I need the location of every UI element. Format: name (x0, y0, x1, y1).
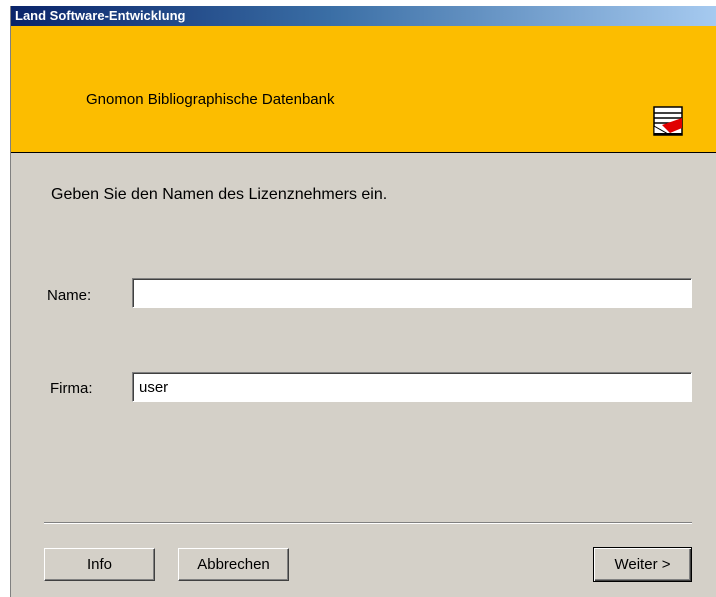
firma-input[interactable] (132, 372, 692, 402)
header-banner: Gnomon Bibliographische Datenbank (11, 26, 716, 153)
window-title: Land Software-Entwicklung (11, 6, 716, 26)
name-label: Name: (47, 287, 92, 304)
firma-label: Firma: (50, 380, 93, 397)
instruction-text: Geben Sie den Namen des Lizenznehmers ei… (51, 186, 388, 203)
cancel-button[interactable]: Abbrechen (178, 548, 289, 581)
name-input[interactable] (132, 278, 692, 308)
gnomon-logo-icon (653, 106, 683, 136)
setup-dialog: Land Software-Entwicklung Gnomon Bibliog… (10, 6, 716, 597)
banner-title: Gnomon Bibliographische Datenbank (86, 91, 335, 108)
button-separator (44, 522, 692, 524)
info-button[interactable]: Info (44, 548, 155, 581)
next-button[interactable]: Weiter > (593, 547, 692, 582)
